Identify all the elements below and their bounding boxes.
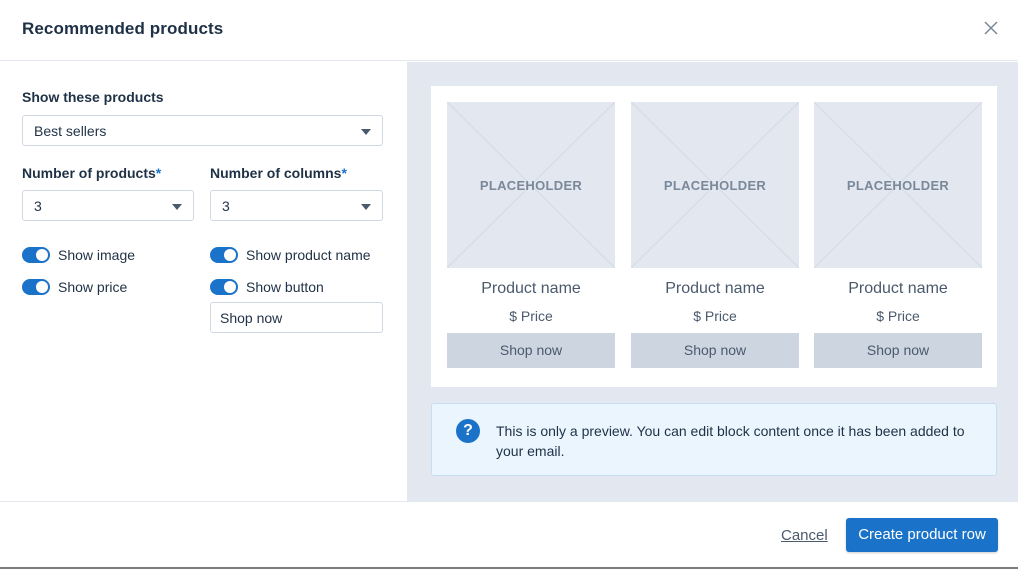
toggle-show-image-label: Show image	[58, 247, 136, 263]
toggle-show-price-label: Show price	[58, 279, 128, 295]
product-card: PLACEHOLDER Product name $ Price Shop no…	[631, 102, 799, 368]
product-card: PLACEHOLDER Product name $ Price Shop no…	[447, 102, 615, 368]
settings-panel: Show these products Best sellers Number …	[0, 62, 407, 501]
placeholder-text: PLACEHOLDER	[846, 178, 950, 193]
cancel-button[interactable]: Cancel	[781, 527, 828, 544]
info-text: This is only a preview. You can edit blo…	[496, 423, 965, 459]
toggle-show-button-row: Show button	[210, 278, 324, 296]
product-name: Product name	[665, 280, 765, 297]
preview-panel: PLACEHOLDER Product name $ Price Shop no…	[407, 62, 1018, 501]
preview-info-banner: ? This is only a preview. You can edit b…	[431, 403, 997, 476]
toggle-show-button[interactable]	[210, 279, 238, 295]
toggle-show-button-label: Show button	[246, 279, 324, 295]
num-products-select[interactable]: 3	[22, 190, 194, 221]
show-products-label: Show these products	[22, 89, 164, 105]
toggle-show-image-row: Show image	[22, 246, 135, 264]
product-image-placeholder: PLACEHOLDER	[447, 102, 615, 268]
question-icon: ?	[456, 419, 480, 443]
product-name: Product name	[481, 280, 581, 297]
product-card: PLACEHOLDER Product name $ Price Shop no…	[814, 102, 982, 368]
modal-title: Recommended products	[22, 19, 224, 38]
num-products-value: 3	[34, 198, 42, 214]
required-mark: *	[341, 165, 347, 181]
create-product-row-button[interactable]: Create product row	[846, 518, 998, 552]
product-shop-button: Shop now	[814, 333, 982, 368]
show-products-select[interactable]: Best sellers	[22, 115, 383, 146]
product-price: $ Price	[876, 308, 920, 324]
num-columns-select[interactable]: 3	[210, 190, 383, 221]
product-shop-button: Shop now	[631, 333, 799, 368]
toggle-show-product-name-row: Show product name	[210, 246, 371, 264]
chevron-down-icon	[361, 129, 371, 135]
toggle-show-price[interactable]	[22, 279, 50, 295]
num-columns-label: Number of columns*	[210, 165, 347, 181]
close-icon	[984, 21, 998, 35]
toggle-show-product-name[interactable]	[210, 247, 238, 263]
preview-card: PLACEHOLDER Product name $ Price Shop no…	[431, 86, 997, 387]
product-price: $ Price	[509, 308, 553, 324]
modal-header: Recommended products	[0, 0, 1018, 61]
product-image-placeholder: PLACEHOLDER	[631, 102, 799, 268]
placeholder-text: PLACEHOLDER	[663, 178, 767, 193]
product-name: Product name	[848, 280, 948, 297]
toggle-show-price-row: Show price	[22, 278, 127, 296]
required-mark: *	[155, 165, 162, 181]
num-products-label: Number of products*	[22, 165, 161, 181]
product-shop-button: Shop now	[447, 333, 615, 368]
chevron-down-icon	[172, 204, 182, 210]
num-products-label-text: Number of products	[22, 165, 156, 181]
toggle-knob	[36, 249, 48, 261]
show-products-value: Best sellers	[34, 123, 107, 139]
placeholder-text: PLACEHOLDER	[479, 178, 583, 193]
num-columns-value: 3	[222, 198, 230, 214]
product-image-placeholder: PLACEHOLDER	[814, 102, 982, 268]
product-price: $ Price	[693, 308, 737, 324]
button-text-input[interactable]	[210, 302, 383, 333]
num-columns-label-text: Number of columns	[210, 165, 342, 181]
toggle-show-image[interactable]	[22, 247, 50, 263]
toggle-show-product-name-label: Show product name	[246, 247, 371, 263]
toggle-knob	[224, 281, 236, 293]
modal-footer: Cancel Create product row	[0, 501, 1018, 568]
toggle-knob	[36, 281, 48, 293]
chevron-down-icon	[361, 204, 371, 210]
close-button[interactable]	[982, 19, 1000, 37]
toggle-knob	[224, 249, 236, 261]
